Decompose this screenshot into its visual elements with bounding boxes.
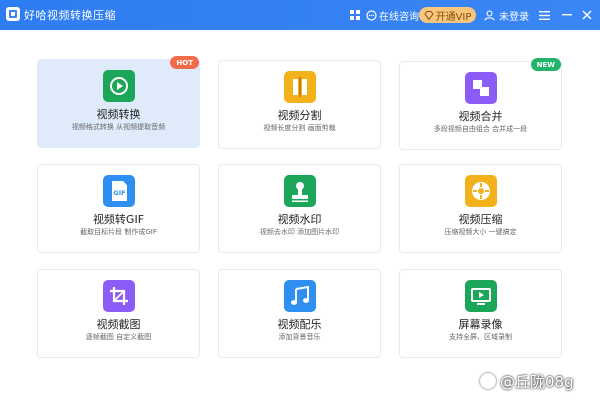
feature-card-split[interactable]: 视频分割 视频长度分割 画面剪裁	[218, 60, 381, 149]
app-title: 好哈视频转换压缩	[24, 9, 116, 22]
card-desc: 压缩视频大小 一键搞定	[444, 228, 517, 236]
menu-icon[interactable]	[539, 0, 550, 30]
split-icon	[284, 71, 316, 103]
feature-card-compress[interactable]: 视频压缩 压缩视频大小 一键搞定	[399, 164, 562, 253]
gif-icon: GIF	[103, 175, 135, 207]
card-title: 屏幕录像	[458, 318, 503, 331]
crop-icon	[103, 280, 135, 312]
convert-icon	[103, 70, 135, 102]
online-consult-label: 在线咨询	[379, 11, 419, 23]
hot-badge: HOT	[170, 56, 199, 69]
app-logo-icon	[6, 7, 20, 21]
vip-label: 开通VIP	[435, 11, 472, 23]
apps-grid-icon[interactable]	[350, 0, 361, 30]
login-button[interactable]: 未登录	[484, 0, 529, 30]
watermark-logo-icon	[480, 373, 496, 389]
card-desc: 视频格式转换 从视频提取音频	[71, 123, 166, 131]
login-label: 未登录	[499, 11, 529, 23]
online-consult-button[interactable]: 在线咨询	[366, 0, 419, 30]
minimize-icon[interactable]	[562, 0, 572, 30]
card-desc: 多段视频自由组合 合并成一段	[433, 125, 528, 133]
watermark-text: @丘陇08g	[500, 373, 574, 391]
card-title: 视频压缩	[458, 213, 503, 226]
card-desc: 逐帧截图 自定义截图	[85, 333, 152, 341]
feature-card-merge[interactable]: 视频合并 多段视频自由组合 合并成一段 NEW	[399, 58, 562, 150]
feature-card-music[interactable]: 视频配乐 添加背景音乐	[218, 269, 381, 358]
card-title: 视频转GIF	[92, 213, 145, 226]
watermark: @丘陇08g	[480, 371, 574, 392]
screen-record-icon	[465, 280, 497, 312]
card-desc: 视频长度分割 画面剪裁	[263, 124, 336, 132]
card-title: 视频转换	[96, 108, 141, 121]
feature-card-gif[interactable]: GIF 视频转GIF 截取目标片段 制作成GIF	[37, 164, 200, 253]
feature-card-screenshot[interactable]: 视频截图 逐帧截图 自定义截图	[37, 269, 200, 358]
card-title: 视频合并	[458, 110, 503, 123]
stamp-icon	[284, 175, 316, 207]
music-icon	[284, 280, 316, 312]
chat-icon	[366, 9, 377, 21]
compress-icon	[465, 175, 497, 207]
new-badge: NEW	[530, 58, 561, 71]
merge-icon	[465, 72, 497, 104]
card-desc: 添加背景音乐	[278, 333, 321, 341]
card-title: 视频配乐	[277, 318, 322, 331]
card-desc: 支持全屏、区域录制	[449, 333, 512, 341]
card-desc: 视频去水印 添加图片水印	[259, 228, 340, 236]
user-icon	[484, 9, 495, 21]
diamond-icon	[423, 10, 434, 20]
card-title: 视频截图	[96, 318, 141, 331]
feature-card-watermark[interactable]: 视频水印 视频去水印 添加图片水印	[218, 164, 381, 253]
close-icon[interactable]	[582, 0, 592, 30]
feature-card-convert[interactable]: 视频转换 视频格式转换 从视频提取音频 HOT	[37, 56, 200, 148]
card-title: 视频水印	[277, 213, 322, 226]
feature-card-screen-record[interactable]: 屏幕录像 支持全屏、区域录制	[399, 269, 562, 358]
card-title: 视频分割	[277, 109, 322, 122]
card-desc: 截取目标片段 制作成GIF	[80, 228, 157, 236]
svg-text:GIF: GIF	[113, 189, 125, 197]
vip-button[interactable]: 开通VIP	[419, 7, 476, 23]
title-bar: 好哈视频转换压缩 在线咨询 开通VIP 未登录	[0, 0, 600, 30]
